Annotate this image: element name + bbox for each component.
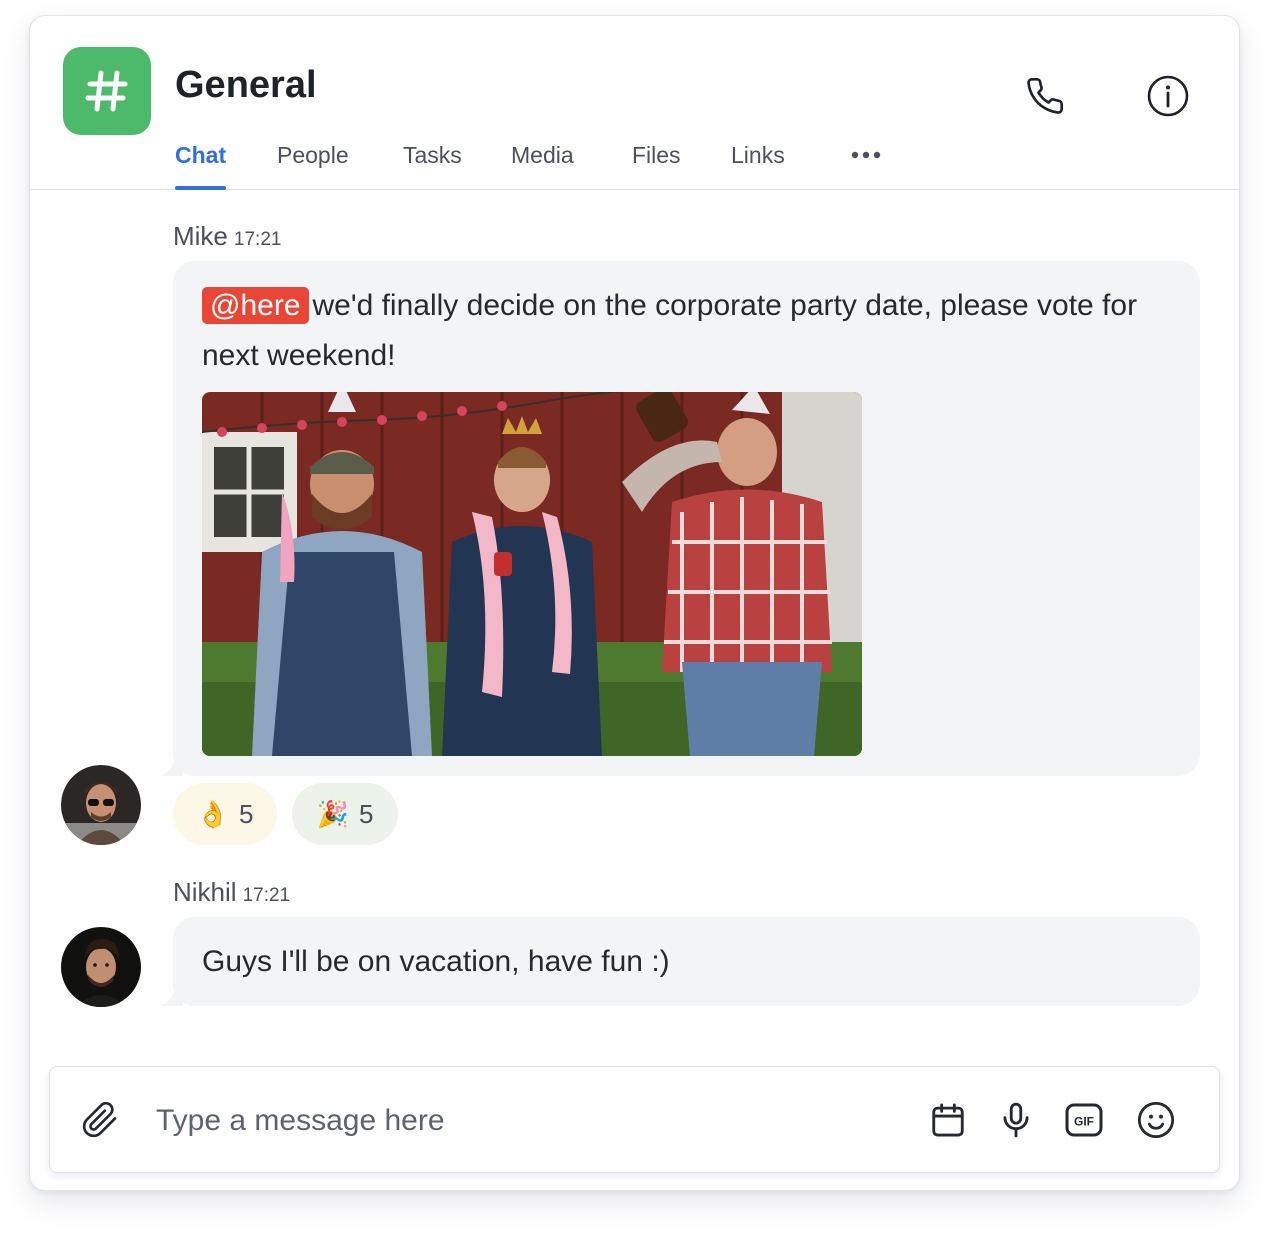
- tab-files[interactable]: Files: [632, 142, 681, 189]
- ok-hand-emoji-icon: 👌: [196, 798, 229, 829]
- info-button[interactable]: [1144, 72, 1192, 120]
- attach-button[interactable]: [80, 1100, 120, 1140]
- bubble-tail: [159, 756, 183, 776]
- message-bubble: Guys I'll be on vacation, have fun :): [159, 917, 1200, 1006]
- smiley-icon: [1137, 1101, 1175, 1139]
- party-gif-image[interactable]: [202, 392, 862, 756]
- phone-icon: [1027, 78, 1064, 114]
- reaction-count: 5: [358, 798, 374, 829]
- user-avatar-image: [61, 765, 141, 845]
- party-illustration: [202, 392, 862, 756]
- party-popper-emoji-icon: 🎉: [316, 798, 349, 829]
- message-time: 17:21: [242, 885, 291, 906]
- message-input[interactable]: [154, 1095, 808, 1147]
- channel-hash-icon: [63, 47, 151, 135]
- microphone-icon: [1003, 1102, 1029, 1138]
- message-text-line-1: @here we'd finally decide on the corporat…: [202, 281, 1137, 331]
- channel-title: General: [175, 64, 317, 106]
- tab-people[interactable]: People: [277, 142, 349, 189]
- tab-links[interactable]: Links: [731, 142, 785, 189]
- info-icon: [1147, 75, 1189, 117]
- gif-icon: GIF: [1065, 1103, 1103, 1137]
- chat-window: General Chat People Tasks Media Files Li…: [29, 15, 1240, 1191]
- gif-button[interactable]: GIF: [1064, 1100, 1104, 1140]
- reaction-count: 5: [238, 798, 254, 829]
- tab-chat[interactable]: Chat: [175, 142, 227, 190]
- tab-tasks[interactable]: Tasks: [403, 142, 462, 189]
- avatar-nikhil[interactable]: [61, 927, 141, 1007]
- hash-icon: [85, 70, 128, 112]
- paperclip-icon: [82, 1101, 117, 1138]
- message-meta: Nikhil 17:21: [173, 877, 290, 908]
- gif-label: GIF: [1074, 1115, 1094, 1129]
- more-tabs-button[interactable]: [851, 148, 881, 166]
- message-author: Mike: [173, 221, 228, 251]
- message-time: 17:21: [233, 229, 282, 250]
- calendar-icon: [932, 1103, 964, 1137]
- channel-header: General Chat People Tasks Media Files Li…: [30, 16, 1239, 190]
- avatar-mike[interactable]: [61, 765, 141, 845]
- message-meta: Mike 17:21: [173, 221, 281, 252]
- tab-media[interactable]: Media: [511, 142, 574, 189]
- bubble-tail: [159, 986, 183, 1006]
- reaction-party-popper[interactable]: 🎉 5: [292, 783, 398, 845]
- schedule-button[interactable]: [928, 1100, 968, 1140]
- call-button[interactable]: [1021, 72, 1069, 120]
- emoji-button[interactable]: [1136, 1100, 1176, 1140]
- message-composer: GIF: [49, 1066, 1220, 1173]
- mention-here-tag[interactable]: @here: [202, 287, 309, 324]
- message-bubble: @here we'd finally decide on the corporat…: [159, 261, 1200, 776]
- more-horizontal-icon: [851, 151, 881, 159]
- reaction-ok-hand[interactable]: 👌 5: [173, 783, 277, 845]
- voice-message-button[interactable]: [996, 1100, 1036, 1140]
- user-avatar-image: [61, 927, 141, 1007]
- message-text: Guys I'll be on vacation, have fun :): [202, 945, 670, 978]
- message-author: Nikhil: [173, 877, 237, 907]
- message-text-line-2: next weekend!: [202, 339, 396, 372]
